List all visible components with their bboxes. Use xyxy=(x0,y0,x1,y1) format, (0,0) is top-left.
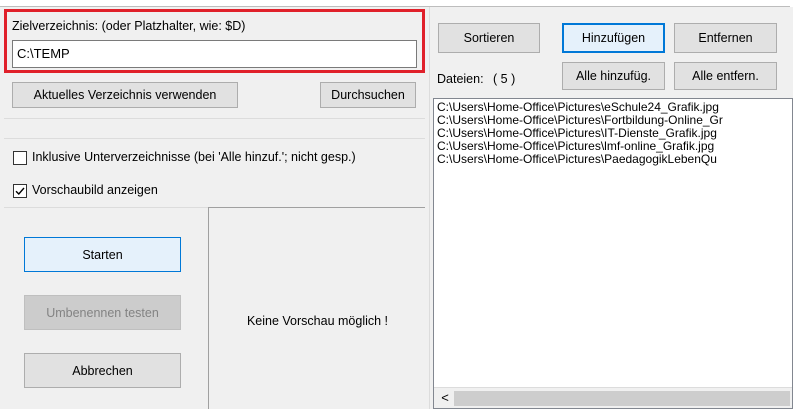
target-dir-value: C:\TEMP xyxy=(17,46,70,61)
top-edge-line xyxy=(0,6,790,7)
file-count-text: Dateien: xyxy=(437,72,484,86)
use-current-dir-button[interactable]: Aktuelles Verzeichnis verwenden xyxy=(12,82,238,108)
target-dir-legend: Zielverzeichnis: (oder Platzhalter, wie:… xyxy=(12,19,246,33)
target-dir-input[interactable]: C:\TEMP xyxy=(12,40,417,68)
scroll-left-icon[interactable]: < xyxy=(438,390,452,406)
remove-all-button[interactable]: Alle entfern. xyxy=(674,62,777,90)
test-rename-button[interactable]: Umbenennen testen xyxy=(24,295,181,330)
include-subdirs-checkbox[interactable] xyxy=(13,151,27,165)
file-list-items: C:\Users\Home-Office\Pictures\eSchule24_… xyxy=(434,99,792,166)
list-item[interactable]: C:\Users\Home-Office\Pictures\Paedagogik… xyxy=(434,153,792,166)
show-preview-checkbox[interactable] xyxy=(13,184,27,198)
panel-divider xyxy=(429,7,430,409)
browse-button[interactable]: Durchsuchen xyxy=(320,82,416,108)
cancel-button[interactable]: Abbrechen xyxy=(24,353,181,388)
add-button[interactable]: Hinzufügen xyxy=(562,23,665,53)
include-subdirs-label: Inklusive Unterverzeichnisse (bei 'Alle … xyxy=(32,150,356,164)
right-edge xyxy=(793,0,803,409)
preview-message: Keine Vorschau möglich ! xyxy=(246,314,389,328)
add-all-button[interactable]: Alle hinzufüg. xyxy=(562,62,665,90)
remove-button[interactable]: Entfernen xyxy=(674,23,777,53)
separator-2 xyxy=(4,138,425,139)
start-button[interactable]: Starten xyxy=(24,237,181,272)
file-count-value: ( 5 ) xyxy=(493,72,516,86)
show-preview-label: Vorschaubild anzeigen xyxy=(32,183,158,197)
preview-panel: Keine Vorschau möglich ! xyxy=(208,207,425,409)
scrollbar-thumb[interactable] xyxy=(454,391,790,406)
sort-button[interactable]: Sortieren xyxy=(438,23,540,53)
file-list[interactable]: C:\Users\Home-Office\Pictures\eSchule24_… xyxy=(433,98,793,409)
horizontal-scrollbar[interactable]: < xyxy=(434,387,792,408)
file-count-label: Dateien: ( 5 ) xyxy=(437,72,515,86)
checkmark-icon xyxy=(15,187,25,196)
separator-1 xyxy=(4,118,425,119)
